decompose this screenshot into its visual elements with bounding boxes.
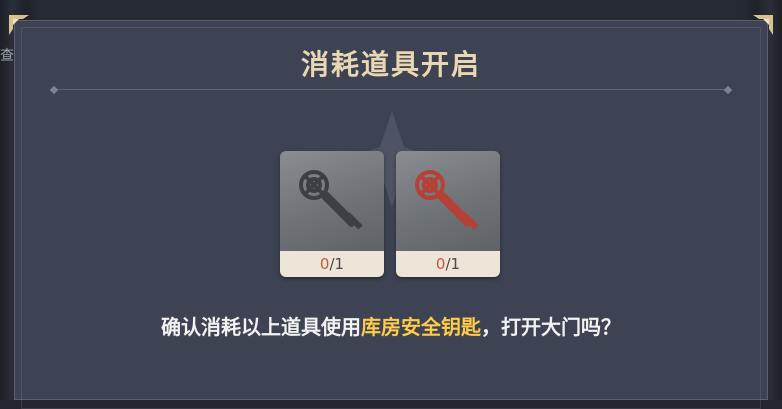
required-items: 0/1 0/1	[280, 151, 510, 277]
item-count-need: /1	[445, 255, 461, 273]
consume-item-dialog: 消耗道具开启 0/1 0/1 确认消耗以上道具使用库房安全钥匙，打开大门吗？	[9, 15, 773, 409]
corner-ornament-icon	[753, 15, 773, 35]
item-art	[396, 151, 500, 251]
corner-ornament-icon	[9, 15, 29, 35]
item-card[interactable]: 0/1	[396, 151, 500, 277]
item-art	[280, 151, 384, 251]
item-card[interactable]: 0/1	[280, 151, 384, 277]
background-peek-text: 查	[0, 48, 14, 64]
dialog-title: 消耗道具开启	[300, 48, 481, 81]
question-item-name: 库房安全钥匙	[361, 315, 481, 339]
title-divider	[49, 85, 733, 95]
red-key-icon	[415, 170, 479, 230]
item-count: 0/1	[280, 251, 384, 277]
item-count: 0/1	[396, 251, 500, 277]
question-prefix: 确认消耗以上道具使用	[161, 315, 361, 339]
question-suffix: ，打开大门吗？	[481, 315, 621, 339]
item-count-need: /1	[329, 255, 345, 273]
dark-key-icon	[299, 170, 363, 230]
confirm-question: 确认消耗以上道具使用库房安全钥匙，打开大门吗？	[15, 311, 767, 340]
